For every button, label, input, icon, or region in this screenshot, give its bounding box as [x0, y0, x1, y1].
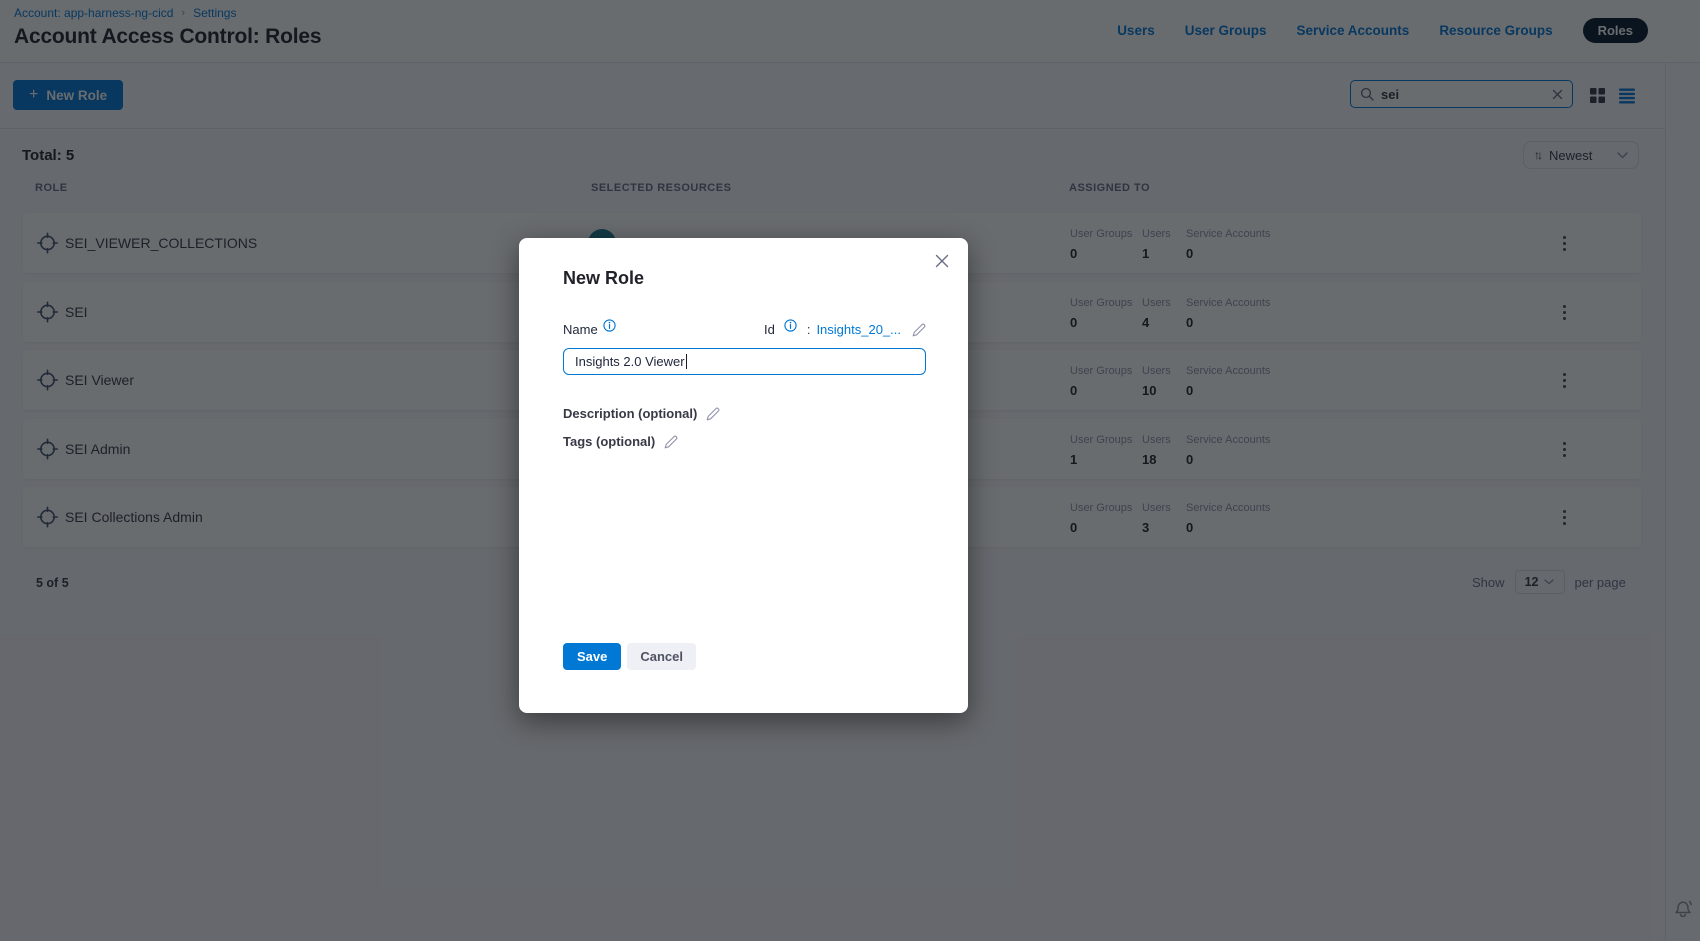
modal-title: New Role — [563, 268, 644, 289]
name-id-row: Name Id : Insights_20_... — [563, 322, 926, 337]
id-label: Id — [764, 322, 775, 337]
text-caret — [686, 354, 688, 369]
tags-toggle[interactable]: Tags (optional) — [563, 434, 678, 449]
edit-tags-pencil-icon — [664, 435, 678, 449]
edit-description-pencil-icon — [706, 407, 720, 421]
save-button[interactable]: Save — [563, 643, 621, 670]
name-label: Name — [563, 322, 598, 337]
info-icon — [784, 319, 797, 332]
description-label: Description (optional) — [563, 406, 697, 421]
id-separator: : — [807, 322, 811, 337]
new-role-modal: New Role Name Id : Insights_20_... Insig… — [519, 238, 968, 713]
id-value: Insights_20_... — [816, 322, 901, 337]
edit-id-pencil-icon[interactable] — [912, 323, 926, 337]
role-name-input-value: Insights 2.0 Viewer — [575, 354, 685, 369]
description-toggle[interactable]: Description (optional) — [563, 406, 720, 421]
cancel-button[interactable]: Cancel — [627, 643, 696, 670]
close-icon[interactable] — [934, 253, 950, 269]
modal-actions: Save Cancel — [563, 643, 696, 670]
role-name-input[interactable]: Insights 2.0 Viewer — [563, 348, 926, 375]
info-icon — [603, 319, 616, 332]
tags-label: Tags (optional) — [563, 434, 655, 449]
